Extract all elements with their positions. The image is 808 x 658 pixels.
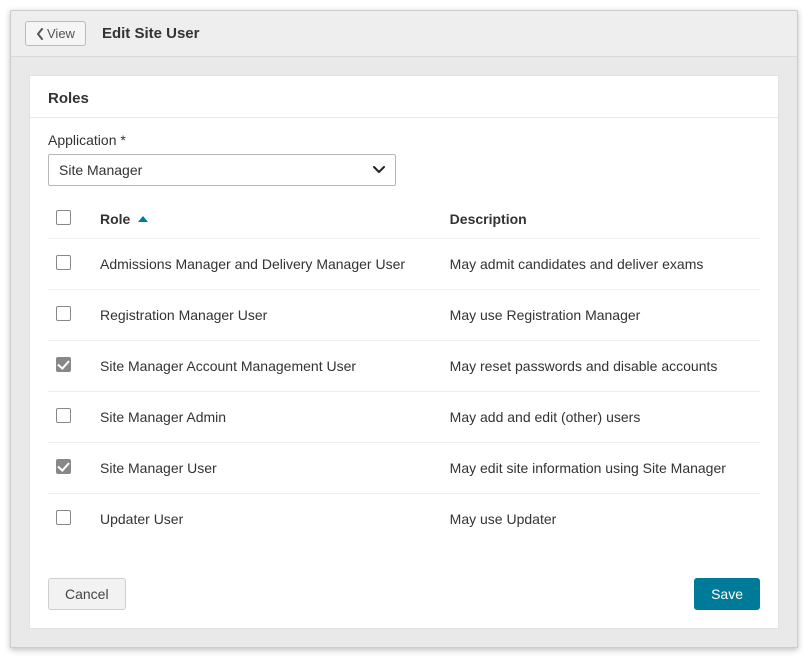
titlebar: View Edit Site User — [11, 11, 797, 57]
row-checkbox-cell — [48, 341, 92, 392]
row-checkbox[interactable] — [56, 459, 71, 474]
application-select[interactable]: Site Manager — [48, 154, 396, 186]
description-cell: May admit candidates and deliver exams — [442, 239, 760, 290]
role-cell: Site Manager User — [92, 443, 442, 494]
row-checkbox[interactable] — [56, 408, 71, 423]
role-cell: Admissions Manager and Delivery Manager … — [92, 239, 442, 290]
view-button[interactable]: View — [25, 21, 86, 46]
roles-panel: Roles Application * Site Manager Role — [29, 75, 779, 629]
table-row: Site Manager AdminMay add and edit (othe… — [48, 392, 760, 443]
roles-table: Role Description Admissions Manager and … — [48, 196, 760, 544]
role-cell: Updater User — [92, 494, 442, 545]
table-row: Admissions Manager and Delivery Manager … — [48, 239, 760, 290]
role-cell: Registration Manager User — [92, 290, 442, 341]
row-checkbox-cell — [48, 443, 92, 494]
select-all-checkbox[interactable] — [56, 210, 71, 225]
select-all-header — [48, 196, 92, 239]
role-cell: Site Manager Admin — [92, 392, 442, 443]
role-column-header[interactable]: Role — [92, 196, 442, 239]
chevron-left-icon — [36, 28, 44, 40]
table-row: Site Manager Account Management UserMay … — [48, 341, 760, 392]
description-cell: May edit site information using Site Man… — [442, 443, 760, 494]
row-checkbox[interactable] — [56, 510, 71, 525]
role-column-label: Role — [100, 211, 130, 227]
application-select-value: Site Manager — [59, 162, 142, 178]
chevron-down-icon — [373, 166, 385, 174]
row-checkbox-cell — [48, 290, 92, 341]
cancel-button[interactable]: Cancel — [48, 578, 126, 610]
panel-footer: Cancel Save — [30, 568, 778, 628]
role-cell: Site Manager Account Management User — [92, 341, 442, 392]
description-cell: May use Registration Manager — [442, 290, 760, 341]
panel-title: Roles — [30, 76, 778, 118]
row-checkbox[interactable] — [56, 357, 71, 372]
table-row: Registration Manager UserMay use Registr… — [48, 290, 760, 341]
description-cell: May add and edit (other) users — [442, 392, 760, 443]
description-column-label: Description — [450, 211, 527, 227]
row-checkbox-cell — [48, 239, 92, 290]
table-row: Updater UserMay use Updater — [48, 494, 760, 545]
page-title: Edit Site User — [102, 25, 200, 42]
row-checkbox[interactable] — [56, 306, 71, 321]
row-checkbox-cell — [48, 392, 92, 443]
application-label: Application * — [48, 132, 760, 148]
edit-site-user-window: View Edit Site User Roles Application * … — [10, 10, 798, 648]
description-column-header[interactable]: Description — [442, 196, 760, 239]
row-checkbox[interactable] — [56, 255, 71, 270]
description-cell: May reset passwords and disable accounts — [442, 341, 760, 392]
view-button-label: View — [47, 26, 75, 41]
save-button[interactable]: Save — [694, 578, 760, 610]
row-checkbox-cell — [48, 494, 92, 545]
application-field: Application * Site Manager — [30, 118, 778, 192]
sort-asc-icon — [138, 209, 148, 225]
description-cell: May use Updater — [442, 494, 760, 545]
table-row: Site Manager UserMay edit site informati… — [48, 443, 760, 494]
